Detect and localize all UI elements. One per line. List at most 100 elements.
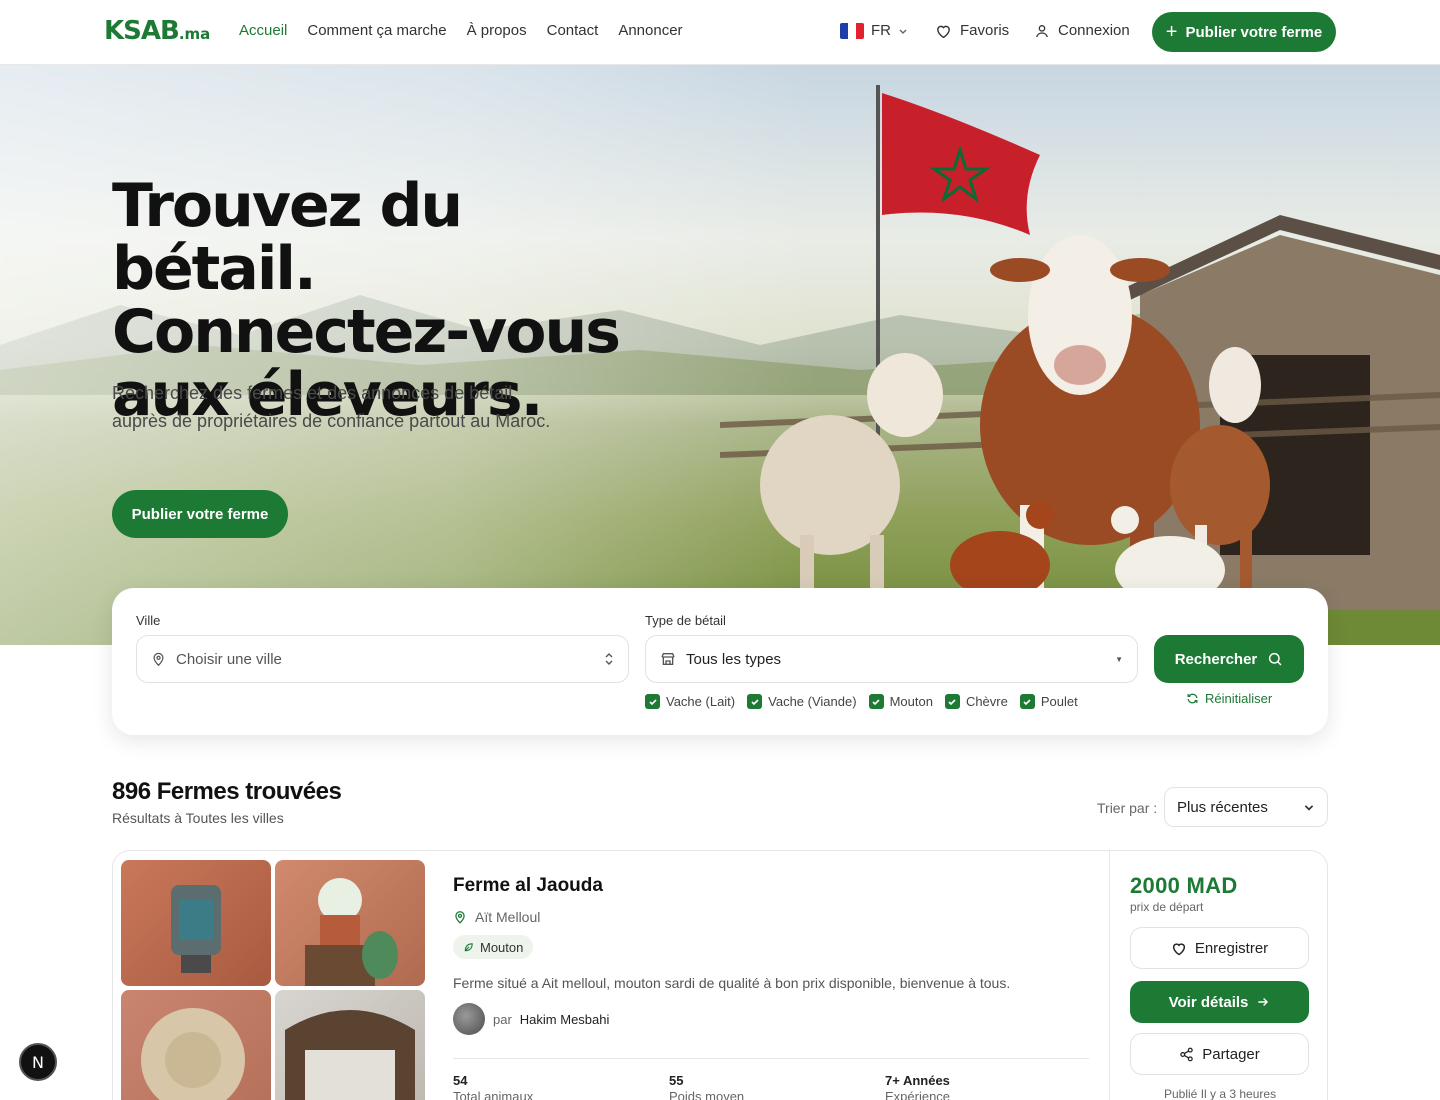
logo[interactable]: KSAB.ma: [104, 16, 210, 46]
stat-value: 55: [669, 1073, 684, 1088]
checkbox-label: Chèvre: [965, 694, 1008, 709]
checkbox-label: Vache (Viande): [768, 694, 857, 709]
favorites-link[interactable]: Favoris: [935, 22, 1009, 39]
save-button-label: Enregistrer: [1194, 939, 1269, 957]
stat-label: Expérience: [885, 1089, 951, 1100]
stats-divider: [453, 1058, 1089, 1059]
listing-author: par Hakim Mesbahi: [453, 1003, 609, 1035]
top-navbar: KSAB.ma Accueil Comment ça marche À prop…: [0, 0, 1440, 65]
hero-title-line-2: Connectez-vous: [112, 297, 621, 367]
listing-location: Aït Melloul: [453, 909, 540, 925]
listing-location-text: Aït Melloul: [475, 909, 541, 925]
share-button[interactable]: Partager: [1130, 1033, 1309, 1075]
sort-label: Trier par :: [1097, 800, 1158, 816]
livestock-type-checkboxes: Vache (Lait) Vache (Viande) Mouton Chèvr…: [645, 694, 1078, 709]
nav-link-comment[interactable]: Comment ça marche: [307, 22, 446, 39]
listing-photo-3[interactable]: [121, 990, 271, 1100]
floating-n-badge[interactable]: N: [19, 1043, 57, 1081]
checkbox-vache-viande[interactable]: Vache (Viande): [747, 694, 857, 709]
publish-farm-label: Publier votre ferme: [1185, 23, 1323, 41]
plus-icon: +: [1165, 21, 1178, 43]
chevron-down-icon: [899, 29, 907, 34]
listing-description: Ferme situé a Ait melloul, mouton sardi …: [453, 975, 1011, 991]
arrow-right-icon: [1258, 998, 1269, 1006]
chevron-up-down-icon: [605, 653, 613, 665]
checkbox-chevre[interactable]: Chèvre: [944, 694, 1008, 709]
checkbox-label: Mouton: [889, 694, 933, 709]
livestock-type-label: Type de bétail: [645, 613, 726, 628]
stat-label: Total animaux: [453, 1089, 534, 1100]
author-prefix: par: [493, 1011, 512, 1027]
author-name[interactable]: Hakim Mesbahi: [520, 1012, 610, 1027]
checkbox-vache-lait[interactable]: Vache (Lait): [645, 694, 735, 709]
checkbox-label: Vache (Lait): [666, 694, 736, 709]
listing-price-label: prix de départ: [1130, 900, 1204, 914]
nav-link-accueil[interactable]: Accueil: [239, 22, 287, 39]
livestock-type-select[interactable]: Tous les types ▼: [645, 635, 1138, 683]
sort-select[interactable]: Plus récentes: [1164, 787, 1328, 827]
farm-listing-card[interactable]: Ferme al Jaouda Aït Melloul Mouton Ferme…: [112, 850, 1328, 1100]
hero-publish-button[interactable]: Publier votre ferme: [112, 490, 288, 538]
heart-icon: [937, 25, 950, 38]
caret-down-icon: ▼: [1115, 654, 1123, 664]
nav-links: Accueil Comment ça marche À propos Conta…: [239, 22, 683, 39]
nav-link-annoncer[interactable]: Annoncer: [618, 22, 682, 39]
lantern-image: [171, 885, 221, 973]
nav-link-contact[interactable]: Contact: [547, 22, 599, 39]
checkbox-mouton[interactable]: Mouton: [868, 694, 933, 709]
listing-photo-1[interactable]: [121, 860, 271, 986]
language-selector[interactable]: FR: [840, 22, 908, 39]
straw-hat-image: [141, 1008, 245, 1100]
search-button-label: Rechercher: [1174, 650, 1258, 668]
checkbox-poulet[interactable]: Poulet: [1019, 694, 1078, 709]
map-pin-icon: [455, 911, 465, 924]
stat-label: Poids moyen: [669, 1089, 745, 1100]
mirror-frame-image: [285, 1010, 415, 1100]
refresh-icon: [1187, 693, 1198, 704]
search-button[interactable]: Rechercher: [1154, 635, 1304, 683]
view-details-button[interactable]: Voir détails: [1130, 981, 1309, 1023]
share-icon: [1180, 1047, 1193, 1061]
avatar: [453, 1003, 485, 1035]
livestock-scene-illustration: [720, 85, 1440, 645]
login-link[interactable]: Connexion: [1034, 22, 1130, 39]
city-placeholder: Choisir une ville: [176, 650, 282, 668]
heart-icon: [1172, 942, 1185, 955]
map-pin-icon: [153, 652, 164, 667]
check-icon: [1019, 694, 1035, 709]
listing-type-badge: Mouton: [453, 935, 534, 959]
posted-time: Publié Il y a 3 heures: [1164, 1087, 1277, 1100]
leaf-icon: [464, 942, 473, 951]
nav-link-apropos[interactable]: À propos: [467, 22, 527, 39]
search-icon: [1269, 652, 1282, 666]
sort-value: Plus récentes: [1177, 798, 1268, 816]
france-flag-icon: [840, 22, 864, 39]
save-button[interactable]: Enregistrer: [1130, 927, 1309, 969]
stat-total-animals: 54 Total animaux: [453, 1073, 533, 1100]
store-icon: [661, 653, 675, 665]
share-label: Partager: [1202, 1045, 1260, 1063]
reset-link[interactable]: Réinitialiser: [1186, 691, 1272, 706]
city-select[interactable]: Choisir une ville: [136, 635, 629, 683]
listing-photo-2[interactable]: [275, 860, 425, 986]
favorites-label: Favoris: [960, 22, 1010, 39]
check-icon: [645, 694, 660, 709]
check-icon: [868, 694, 884, 709]
listing-title[interactable]: Ferme al Jaouda: [453, 875, 603, 897]
user-icon: [1036, 24, 1048, 37]
livestock-type-value: Tous les types: [686, 650, 782, 668]
listing-price: 2000 MAD: [1130, 873, 1238, 898]
view-details-label: Voir détails: [1168, 993, 1249, 1011]
reset-label: Réinitialiser: [1205, 691, 1273, 706]
stat-value: 54: [453, 1073, 468, 1088]
language-code: FR: [871, 22, 891, 39]
search-panel: Ville Choisir une ville Type de bétail T…: [112, 588, 1328, 735]
publish-farm-button[interactable]: + Publier votre ferme: [1152, 12, 1336, 52]
hero-section: Trouvez du bétail. Connectez-vous aux él…: [0, 65, 1440, 645]
stat-average-weight: 55 Poids moyen: [669, 1073, 744, 1100]
hero-subtitle: Recherchez des fermes et des annonces de…: [112, 383, 551, 431]
logo-text: KSAB: [104, 16, 180, 46]
listing-type-text: Mouton: [480, 939, 524, 955]
logo-suffix: .ma: [178, 25, 211, 43]
listing-photo-4[interactable]: [275, 990, 425, 1100]
